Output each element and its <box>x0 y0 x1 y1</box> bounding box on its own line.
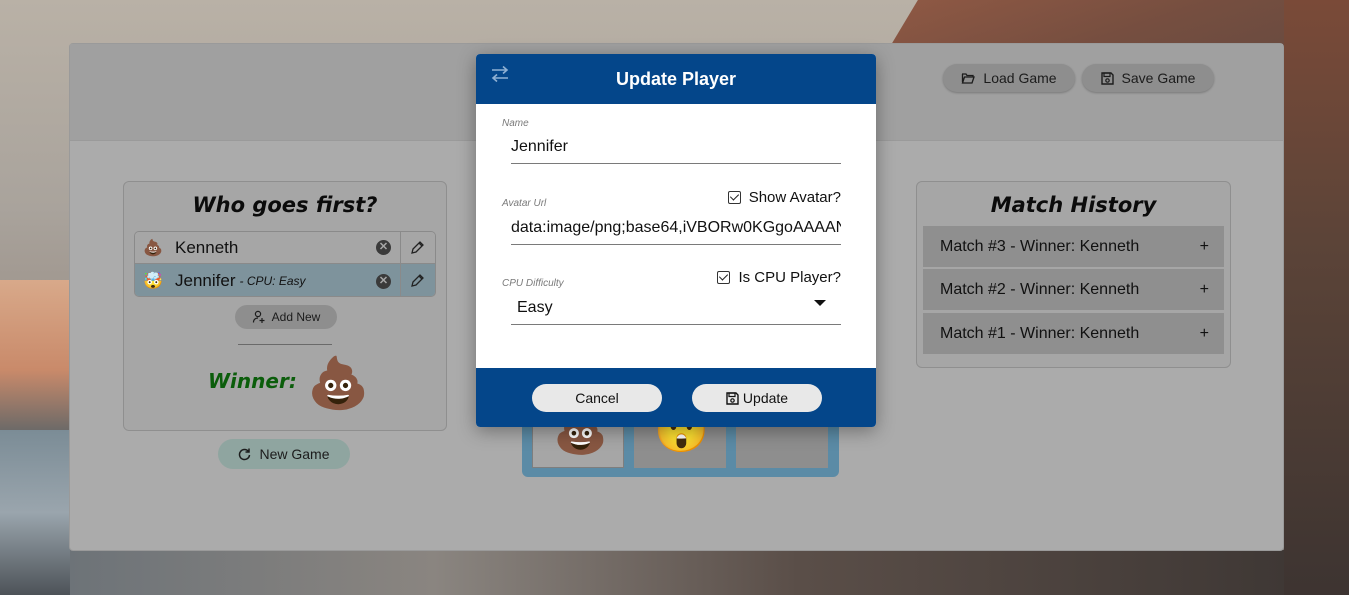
divider <box>400 232 401 263</box>
match-summary: Match #1 - Winner: Kenneth <box>940 324 1140 342</box>
save-game-label: Save Game <box>1121 70 1196 86</box>
is-cpu-label: Is CPU Player? <box>738 269 841 286</box>
save-game-button[interactable]: Save Game <box>1082 64 1214 92</box>
chevron-down-icon[interactable] <box>814 300 826 306</box>
expand-icon[interactable]: + <box>1200 238 1209 256</box>
refresh-icon <box>239 448 251 460</box>
show-avatar-label: Show Avatar? <box>748 189 841 206</box>
add-user-icon <box>252 310 265 323</box>
board-cell[interactable] <box>736 421 828 468</box>
load-game-label: Load Game <box>983 70 1057 86</box>
divider <box>400 264 401 296</box>
player-avatar: 💩 <box>143 239 163 257</box>
divider <box>238 344 332 345</box>
match-summary: Match #3 - Winner: Kenneth <box>940 237 1140 255</box>
new-game-button[interactable]: New Game <box>218 439 350 469</box>
board-cell[interactable]: 😲 <box>634 409 726 468</box>
player-row-jennifer[interactable]: 🤯 Jennifer - CPU: Easy ✕ <box>135 264 435 296</box>
load-game-button[interactable]: Load Game <box>943 64 1075 92</box>
checkbox-checked-icon[interactable] <box>717 271 731 284</box>
new-game-label: New Game <box>259 446 330 462</box>
cpu-difficulty-select[interactable]: Easy <box>511 299 841 325</box>
expand-icon[interactable]: + <box>1200 325 1209 343</box>
dialog-title: Update Player <box>615 69 737 89</box>
dialog-header: Update Player <box>476 54 876 104</box>
match-history-item[interactable]: Match #1 - Winner: Kenneth + <box>923 313 1224 354</box>
save-icon <box>1100 71 1114 85</box>
player-avatar: 🤯 <box>143 273 163 290</box>
winner-avatar: 💩 <box>307 355 370 411</box>
background-sea <box>0 430 70 595</box>
player-row-kenneth[interactable]: 💩 Kenneth ✕ <box>135 232 435 264</box>
update-button[interactable]: Update <box>692 384 822 412</box>
players-card: Who goes first? 💩 Kenneth ✕ 🤯 Jennifer -… <box>123 181 447 431</box>
remove-player-icon[interactable]: ✕ <box>376 240 391 255</box>
player-name: Kenneth <box>175 237 239 257</box>
player-list: 💩 Kenneth ✕ 🤯 Jennifer - CPU: Easy ✕ <box>134 231 436 297</box>
match-history-card: Match History Match #3 - Winner: Kenneth… <box>916 181 1231 368</box>
pencil-icon[interactable] <box>409 273 425 289</box>
background-cliff-edge <box>1284 0 1349 595</box>
show-avatar-checkbox[interactable]: Show Avatar? <box>727 189 841 206</box>
players-card-title: Who goes first? <box>192 193 378 217</box>
add-new-player-button[interactable]: Add New <box>235 305 337 329</box>
name-field-label: Name <box>502 118 529 129</box>
player-subtitle: - CPU: Easy <box>239 274 306 288</box>
name-field[interactable]: Jennifer <box>511 138 841 164</box>
cancel-button[interactable]: Cancel <box>532 384 662 412</box>
game-board: 💩 😲 <box>522 409 839 477</box>
match-history-item[interactable]: Match #3 - Winner: Kenneth + <box>923 226 1224 267</box>
background-sunset <box>0 280 70 430</box>
match-history-item[interactable]: Match #2 - Winner: Kenneth + <box>923 269 1224 310</box>
avatar-url-label: Avatar Url <box>502 198 547 209</box>
board-cell[interactable]: 💩 <box>532 410 624 468</box>
cancel-label: Cancel <box>575 390 619 406</box>
avatar-url-field[interactable]: data:image/png;base64,iVBORw0KGgoAAAANSU… <box>511 219 841 245</box>
expand-icon[interactable]: + <box>1200 281 1209 299</box>
cpu-difficulty-label: CPU Difficulty <box>502 278 564 289</box>
add-new-label: Add New <box>271 310 321 324</box>
remove-player-icon[interactable]: ✕ <box>376 273 391 289</box>
is-cpu-checkbox[interactable]: Is CPU Player? <box>717 269 841 286</box>
update-label: Update <box>742 390 789 406</box>
background-rocks <box>70 550 1284 595</box>
match-history-title: Match History <box>990 193 1157 217</box>
match-summary: Match #2 - Winner: Kenneth <box>940 280 1140 298</box>
player-name: Jennifer <box>175 271 236 290</box>
dialog-footer: Cancel Update <box>476 368 876 427</box>
update-player-dialog: Update Player Name Jennifer Show Avatar?… <box>476 54 876 427</box>
save-icon <box>726 391 739 405</box>
folder-open-icon <box>962 73 976 84</box>
pencil-icon[interactable] <box>409 240 425 256</box>
swap-arrows-icon[interactable] <box>490 64 510 84</box>
checkbox-checked-icon[interactable] <box>727 191 741 204</box>
winner-label: Winner: <box>208 369 297 393</box>
